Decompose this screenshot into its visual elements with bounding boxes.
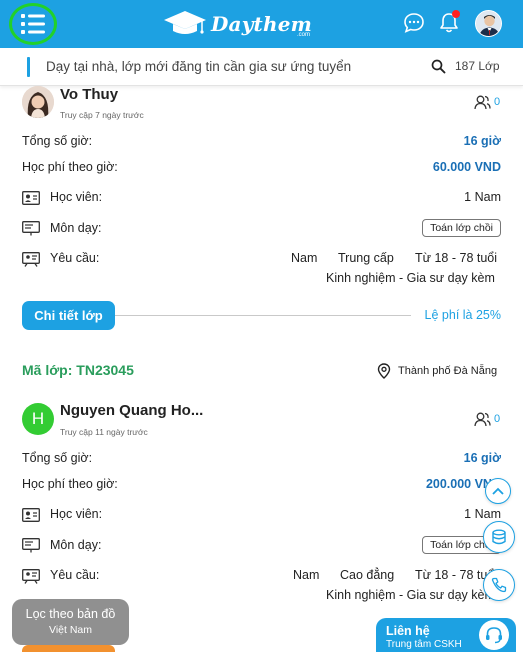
map-filter-title: Lọc theo bản đồ <box>25 607 116 621</box>
requirement-label: Yêu cầu: <box>50 568 100 582</box>
subject-tag: Toán lớp chồi <box>422 219 501 237</box>
briefcase-button[interactable] <box>483 521 515 553</box>
search-icon[interactable] <box>431 59 446 74</box>
students-value: 1 Nam <box>464 190 501 204</box>
menu-list-icon <box>21 14 45 34</box>
requirement-age: Từ 18 - 78 tuổi <box>415 251 498 265</box>
contact-subtitle: Trung tâm CSKH <box>386 639 462 650</box>
applicants-count: 0 <box>494 96 501 108</box>
student-icon <box>22 508 40 522</box>
scroll-top-button[interactable] <box>485 478 511 504</box>
tutor-name[interactable]: Nguyen Quang Ho... <box>60 402 203 419</box>
last-access: Truy cập 7 ngày trước <box>60 110 144 120</box>
students-label: Học viên: <box>50 190 103 204</box>
student-icon <box>22 191 40 205</box>
chevron-up-icon <box>492 487 504 495</box>
graduation-cap-icon <box>164 11 206 34</box>
logo-domain: .com <box>296 32 310 38</box>
tutor-avatar <box>22 86 54 118</box>
fee-note: Lệ phí là 25% <box>424 308 501 322</box>
requirement-icon <box>22 569 40 584</box>
tutor-avatar-initial: H <box>22 403 54 435</box>
call-button[interactable] <box>483 569 515 601</box>
tutor-name[interactable]: Vo Thuy <box>60 86 118 103</box>
requirement-gender: Nam <box>291 251 318 265</box>
database-icon <box>492 529 506 545</box>
user-photo-icon <box>476 11 501 36</box>
location-text: Thành phố Đà Nẵng <box>398 365 498 377</box>
hours-value: 16 giờ <box>463 134 501 148</box>
card-divider <box>115 315 411 316</box>
phone-icon <box>491 577 507 593</box>
search-bar[interactable]: Dạy tại nhà, lớp mới đăng tin cần gia sư… <box>0 48 523 86</box>
hours-value: 16 giờ <box>463 451 501 465</box>
chat-icon[interactable] <box>403 12 425 34</box>
applicants-icon <box>474 95 491 110</box>
subject-board-icon <box>22 221 40 236</box>
user-avatar[interactable] <box>475 10 502 37</box>
requirement-icon <box>22 252 40 267</box>
class-code[interactable]: Mã lớp: TN23045 <box>22 362 134 378</box>
requirement-experience: Kinh nghiệm - Gia sư dạy kèm <box>326 588 495 602</box>
students-value: 1 Nam <box>464 507 501 521</box>
requirement-label: Yêu cầu: <box>50 251 100 265</box>
location-pin-icon <box>377 363 391 379</box>
top-header: Daythem .com <box>0 0 523 48</box>
requirement-level: Cao đẳng <box>340 568 395 582</box>
fee-value: 60.000 VND <box>432 160 501 174</box>
hours-label: Tổng số giờ: <box>22 451 93 465</box>
subject-board-icon <box>22 538 40 553</box>
fee-label: Học phí theo giờ: <box>22 477 118 491</box>
subject-label: Môn dạy: <box>50 221 102 235</box>
search-accent-bar <box>27 57 30 77</box>
requirement-level: Trung cấp <box>338 251 394 265</box>
students-label: Học viên: <box>50 507 103 521</box>
fee-label: Học phí theo giờ: <box>22 160 118 174</box>
hours-label: Tổng số giờ: <box>22 134 93 148</box>
menu-button[interactable] <box>9 3 57 45</box>
search-input[interactable]: Dạy tại nhà, lớp mới đăng tin cần gia sư… <box>46 59 351 74</box>
subject-label: Môn dạy: <box>50 538 102 552</box>
notification-dot <box>452 10 460 18</box>
contact-title: Liên hệ <box>386 624 430 638</box>
applicants-count: 0 <box>494 413 501 425</box>
class-detail-button[interactable]: Chi tiết lớp <box>22 301 115 330</box>
class-count: 187 Lớp <box>455 59 500 73</box>
headset-icon <box>479 620 509 650</box>
map-filter-button[interactable]: Lọc theo bản đồ Việt Nam <box>12 599 129 645</box>
person-photo-icon <box>22 86 54 118</box>
requirement-experience: Kinh nghiệm - Gia sư dạy kèm <box>326 271 495 285</box>
logo[interactable]: Daythem .com <box>163 8 312 40</box>
last-access: Truy cập 11 ngày trước <box>60 427 148 437</box>
map-filter-region: Việt Nam <box>49 624 92 636</box>
applicants-icon <box>474 412 491 427</box>
class-detail-button[interactable] <box>22 645 115 652</box>
requirement-gender: Nam <box>293 568 320 582</box>
contact-support-button[interactable]: Liên hệ Trung tâm CSKH <box>376 618 516 652</box>
